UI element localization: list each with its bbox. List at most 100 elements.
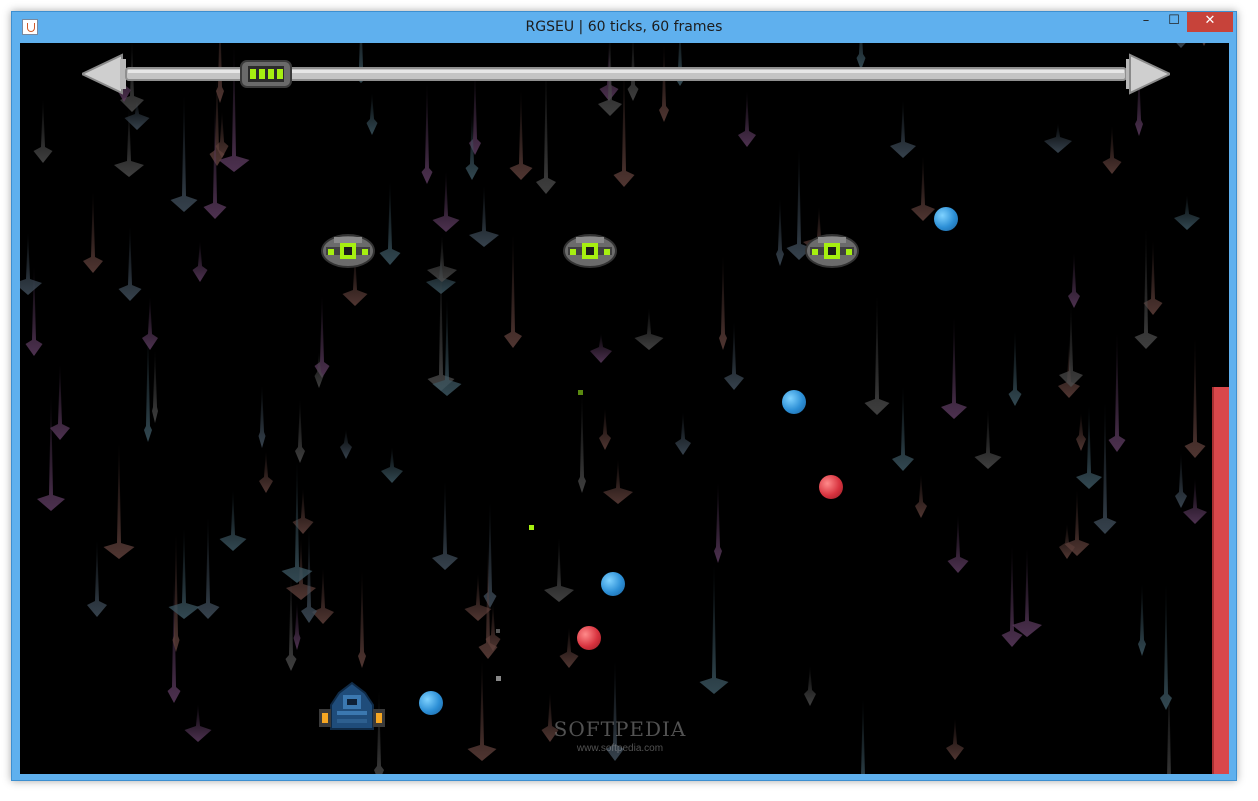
softpedia-watermark: SOFTPEDIA www.softpedia.com [490, 717, 750, 754]
game-window: RGSEU | 60 ticks, 60 frames – ☐ ✕ SOFTPE… [11, 11, 1237, 781]
falling-streak [340, 429, 352, 459]
falling-streak [118, 223, 142, 301]
falling-streak [1064, 487, 1090, 556]
falling-streak [578, 389, 586, 493]
minimize-button[interactable]: – [1133, 12, 1159, 32]
falling-streak [1068, 251, 1080, 308]
falling-streak [724, 319, 744, 390]
blue-orb-projectile [419, 691, 443, 715]
falling-streak [509, 86, 533, 180]
falling-streak [1108, 327, 1126, 452]
progress-right-arrow-icon [1126, 53, 1170, 95]
player-health-bar [1212, 387, 1229, 774]
falling-streak [1059, 302, 1083, 387]
falling-streak [1102, 124, 1122, 174]
falling-streak [590, 333, 612, 363]
falling-streak [20, 230, 42, 295]
falling-streak [295, 397, 305, 463]
player-ship-icon [319, 681, 385, 730]
falling-streak [890, 98, 916, 158]
starfield-background [20, 43, 1207, 774]
player-progress-marker-icon [240, 60, 292, 88]
falling-streak [427, 234, 457, 282]
falling-streak [1058, 342, 1080, 398]
falling-streak [33, 97, 53, 163]
falling-streak [915, 473, 927, 518]
watermark-url: www.softpedia.com [576, 743, 664, 754]
falling-streak [1001, 541, 1023, 647]
level-progress-bar [82, 53, 1170, 95]
falling-streak [946, 717, 964, 760]
falling-streak [314, 292, 330, 378]
falling-streak [103, 437, 135, 559]
falling-streak [1138, 581, 1146, 656]
falling-streak [1184, 332, 1206, 458]
red-orb-projectile [819, 475, 843, 499]
falling-streak [776, 196, 784, 266]
enemy-ship-1-icon [321, 234, 375, 268]
falling-streak [911, 153, 935, 221]
blue-orb-projectile [782, 390, 806, 414]
falling-streak [1183, 477, 1207, 524]
spark-particle [529, 525, 534, 530]
falling-streak [192, 240, 208, 282]
falling-streak [947, 513, 969, 573]
falling-streak [861, 695, 865, 774]
falling-streak [184, 703, 212, 742]
falling-streak [974, 407, 1002, 469]
falling-streak [87, 537, 107, 617]
falling-streak [1175, 451, 1187, 508]
progress-left-arrow-icon [82, 53, 126, 95]
falling-streak [634, 307, 664, 350]
enemy-ship-2-icon [563, 234, 617, 268]
falling-streak [599, 407, 611, 450]
falling-streak [864, 289, 890, 415]
falling-streak [432, 477, 458, 570]
falling-streak [1093, 395, 1117, 534]
falling-streak [312, 566, 334, 624]
falling-streak [1176, 43, 1186, 48]
spark-particle [496, 676, 501, 681]
falling-streak [675, 411, 691, 455]
falling-streak [603, 458, 633, 504]
falling-streak [1044, 123, 1072, 153]
enemy-ship-3-icon [805, 234, 859, 268]
watermark-logo: SOFTPEDIA [553, 717, 687, 741]
falling-streak [293, 601, 301, 650]
falling-streak [804, 665, 816, 706]
falling-streak [699, 558, 729, 694]
maximize-button[interactable]: ☐ [1161, 12, 1187, 32]
falling-streak [941, 312, 967, 419]
falling-streak [504, 228, 522, 348]
falling-streak [379, 178, 401, 265]
falling-streak [1012, 544, 1042, 637]
falling-streak [892, 383, 914, 471]
falling-streak [381, 446, 403, 483]
falling-streak [483, 497, 497, 608]
falling-streak [469, 183, 499, 247]
falling-streak [1076, 412, 1086, 451]
falling-streak [559, 626, 579, 668]
blue-orb-projectile [601, 572, 625, 596]
falling-streak [1174, 194, 1200, 230]
falling-streak [358, 566, 366, 668]
falling-streak [714, 479, 722, 563]
falling-streak [259, 450, 273, 493]
blue-orb-projectile [934, 207, 958, 231]
close-button[interactable]: ✕ [1187, 12, 1233, 32]
falling-streak [544, 535, 574, 602]
falling-streak [142, 295, 158, 350]
falling-streak [258, 383, 266, 448]
falling-streak [1008, 328, 1022, 406]
falling-streak [1202, 43, 1206, 46]
window-title: RGSEU | 60 ticks, 60 frames [525, 19, 723, 35]
game-canvas[interactable]: SOFTPEDIA www.softpedia.com [20, 43, 1229, 774]
spark-particle [496, 629, 500, 633]
falling-streak [170, 89, 198, 212]
falling-streak [152, 347, 158, 423]
spark-particle [578, 390, 583, 395]
falling-streak [432, 169, 460, 232]
falling-streak [281, 455, 313, 583]
title-bar[interactable]: RGSEU | 60 ticks, 60 frames – ☐ ✕ [12, 12, 1236, 42]
falling-streak [1160, 578, 1172, 710]
